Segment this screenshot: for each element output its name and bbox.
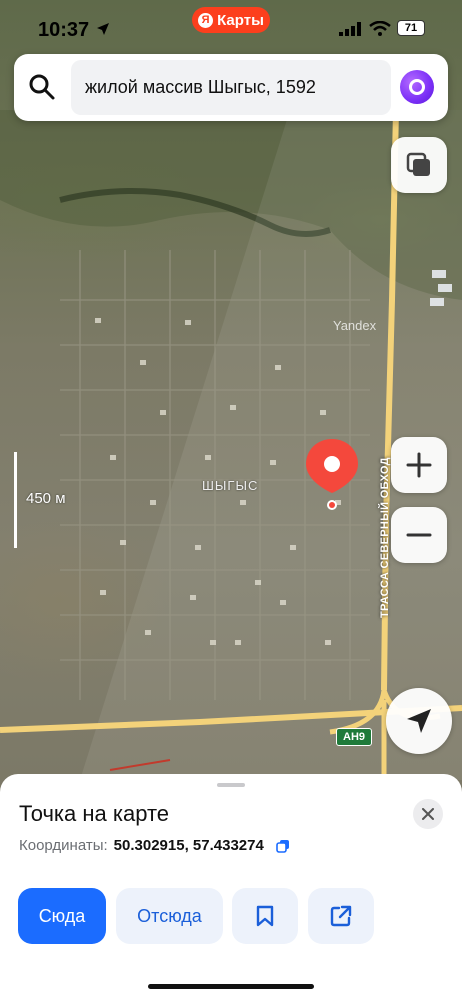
zoom-out-button[interactable] <box>391 507 447 563</box>
location-pin-icon[interactable] <box>304 437 360 513</box>
coordinates-value[interactable]: 50.302915, 57.433274 <box>114 837 264 854</box>
coordinates-label: Координаты: <box>19 837 108 854</box>
plus-icon <box>406 452 432 478</box>
location-arrow-icon <box>97 23 109 35</box>
yandex-maps-badge: Я Карты <box>192 7 270 33</box>
close-icon <box>422 808 434 820</box>
search-input[interactable]: жилой массив Шыгыс, 1592 <box>71 60 391 115</box>
share-icon <box>330 905 352 927</box>
yandex-watermark: Yandex <box>333 318 377 333</box>
layers-icon <box>406 152 430 176</box>
status-bar: 10:37 Я Карты 71 <box>0 0 462 52</box>
brand-label: Карты <box>217 11 264 29</box>
navigation-arrow-icon <box>407 709 431 733</box>
route-from-button[interactable]: Отсюда <box>116 888 223 944</box>
place-title: Точка на карте <box>19 801 170 826</box>
wifi-icon <box>369 21 391 36</box>
minus-icon <box>406 533 432 537</box>
close-button[interactable] <box>413 799 443 829</box>
signal-icon <box>339 22 361 36</box>
bookmark-button[interactable] <box>232 888 298 944</box>
place-card: Точка на карте Координаты: 50.302915, 57… <box>0 774 462 999</box>
road-label-vertical: ТРАССА СЕВЕРНЫЙ ОБХОД <box>379 457 391 618</box>
yandex-logo-icon: Я <box>198 12 214 28</box>
layers-button[interactable] <box>391 137 447 193</box>
sheet-grabber[interactable] <box>217 783 245 787</box>
alice-icon[interactable] <box>400 70 434 104</box>
action-buttons: Сюда Отсюда <box>18 888 448 944</box>
zoom-in-button[interactable] <box>391 437 447 493</box>
route-here-button[interactable]: Сюда <box>18 888 106 944</box>
home-indicator <box>148 984 314 989</box>
coordinates-row: Координаты: 50.302915, 57.433274 <box>19 837 290 854</box>
place-label: ШЫГЫС <box>202 478 259 493</box>
share-button[interactable] <box>308 888 374 944</box>
bookmark-icon <box>256 905 274 927</box>
search-bar: жилой массив Шыгыс, 1592 <box>14 54 448 121</box>
route-badge: АН9 <box>336 728 373 746</box>
search-icon[interactable] <box>28 73 56 101</box>
scale-bar <box>14 452 17 548</box>
clock: 10:37 <box>38 19 90 41</box>
battery-indicator: 71 <box>397 20 425 36</box>
copy-icon[interactable] <box>276 839 290 853</box>
scale-label: 450 м <box>26 490 66 507</box>
my-location-button[interactable] <box>386 688 452 754</box>
